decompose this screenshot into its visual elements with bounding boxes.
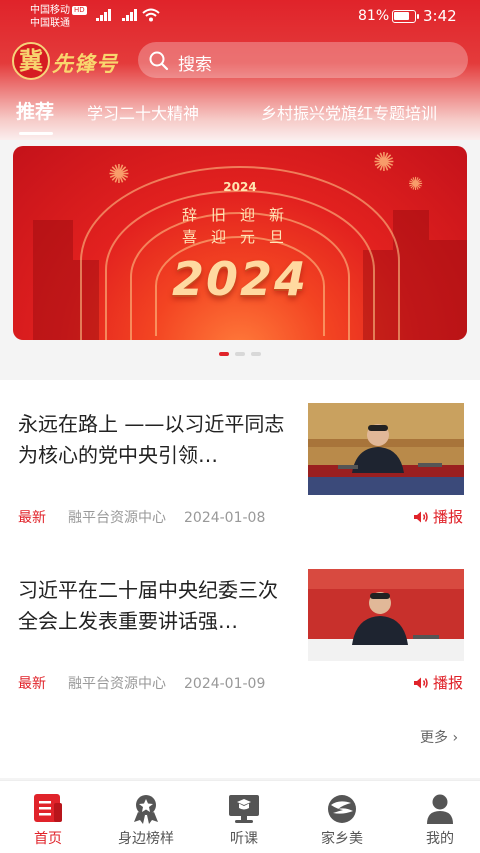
tab-active-indicator (19, 132, 53, 135)
home-news-icon (34, 794, 62, 822)
user-icon (427, 794, 453, 824)
battery-percent: 81% (358, 8, 390, 24)
carousel-indicator (0, 352, 480, 360)
banner-year-small: 2024 (223, 180, 257, 194)
nav-label: 身边榜样 (118, 831, 174, 847)
speaker-icon (414, 511, 428, 523)
news-date: 2024-01-09 (184, 676, 266, 692)
nav-label: 听课 (230, 831, 258, 847)
news-source: 融平台资源中心 (68, 510, 166, 526)
broadcast-button[interactable]: 播报 (413, 506, 463, 527)
news-source: 融平台资源中心 (68, 676, 166, 692)
news-photo-image (308, 569, 464, 661)
nav-label: 首页 (34, 831, 62, 847)
banner-slogan-line-2: 喜迎元旦 (181, 228, 298, 246)
battery-fill (394, 12, 409, 20)
wifi-icon (142, 8, 160, 22)
news-meta: 最新 融平台资源中心 2024-01-08 (18, 507, 265, 527)
logo-text: 先锋号 (52, 51, 118, 76)
hometown-icon (328, 795, 356, 823)
news-thumbnail[interactable] (308, 569, 464, 661)
news-item[interactable]: 习近平在二十届中央纪委三次全会上发表重要讲话强… 最新 融平台资源中心 2024-0… (0, 546, 480, 706)
logo-seal: 冀 (12, 42, 50, 80)
news-meta: 最新 融平台资源中心 2024-01-09 (18, 673, 265, 693)
firework-icon: ✺ (373, 148, 395, 178)
search-icon (149, 51, 169, 71)
hd-badge: HD (72, 6, 87, 15)
speaker-icon (414, 677, 428, 689)
news-tag: 最新 (18, 510, 46, 526)
broadcast-label: 播报 (433, 508, 464, 526)
news-date: 2024-01-08 (184, 510, 266, 526)
carousel-dot[interactable] (235, 352, 245, 356)
tab-study-20th-congress[interactable]: 学习二十大精神 (87, 100, 199, 124)
banner-slogan-line-1: 辞旧迎新 (181, 206, 298, 224)
nav-item-role-models[interactable]: 身边榜样 (98, 781, 194, 853)
nav-item-lectures[interactable]: 听课 (196, 781, 292, 853)
news-photo-image (308, 403, 464, 495)
nav-label: 我的 (426, 831, 454, 847)
news-title[interactable]: 习近平在二十届中央纪委三次全会上发表重要讲话强… (18, 575, 290, 637)
more-label: 更多 (420, 730, 448, 746)
clock: 3:42 (423, 7, 457, 25)
app-logo: 冀 先锋号 (12, 40, 128, 82)
news-item[interactable]: 永远在路上 ——以习近平同志为核心的党中央引领… 最新 融平台资源中心 2024-0… (0, 380, 480, 540)
carrier-2-label: 中国联通 (30, 18, 70, 29)
more-link[interactable]: 更多 › (420, 727, 458, 747)
lecture-monitor-icon (229, 795, 259, 823)
signal-icon-1 (96, 9, 112, 21)
news-title[interactable]: 永远在路上 ——以习近平同志为核心的党中央引领… (18, 409, 290, 471)
search-placeholder: 搜索 (178, 55, 212, 75)
battery-icon (392, 10, 419, 23)
chevron-right-icon: › (452, 730, 459, 746)
carousel-dot[interactable] (219, 352, 229, 356)
nav-label: 家乡美 (321, 831, 363, 847)
nav-item-home[interactable]: 首页 (0, 781, 96, 853)
news-thumbnail[interactable] (308, 403, 464, 495)
tab-rural-revitalization-training[interactable]: 乡村振兴党旗红专题培训 (261, 100, 437, 124)
tab-recommend[interactable]: 推荐 (16, 97, 54, 124)
category-tabs: 推荐 学习二十大精神 乡村振兴党旗红专题培训 (0, 96, 480, 136)
search-bar[interactable]: 搜索 (138, 42, 468, 78)
bottom-nav: 首页 身边榜样 听课 家乡美 我的 (0, 780, 480, 853)
banner-carousel[interactable]: ✺ ✺ ✺ 2024 辞旧迎新 喜迎元旦 2024 (13, 146, 467, 340)
news-tag: 最新 (18, 676, 46, 692)
broadcast-button[interactable]: 播报 (413, 672, 463, 693)
nav-item-hometown[interactable]: 家乡美 (294, 781, 390, 853)
nav-item-profile[interactable]: 我的 (392, 781, 480, 853)
status-bar: 中国移动 HD 中国联通 81% 3:42 (0, 0, 480, 34)
broadcast-label: 播报 (433, 674, 464, 692)
carrier-info: 中国移动 HD 中国联通 (30, 4, 87, 30)
banner-year-big: 2024 (171, 252, 309, 306)
news-list: 永远在路上 ——以习近平同志为核心的党中央引领… 最新 融平台资源中心 2024-0… (0, 380, 480, 778)
medal-icon (134, 795, 158, 824)
signal-icon-2 (122, 9, 138, 21)
carousel-dot[interactable] (251, 352, 261, 356)
carrier-1-label: 中国移动 (30, 5, 70, 16)
